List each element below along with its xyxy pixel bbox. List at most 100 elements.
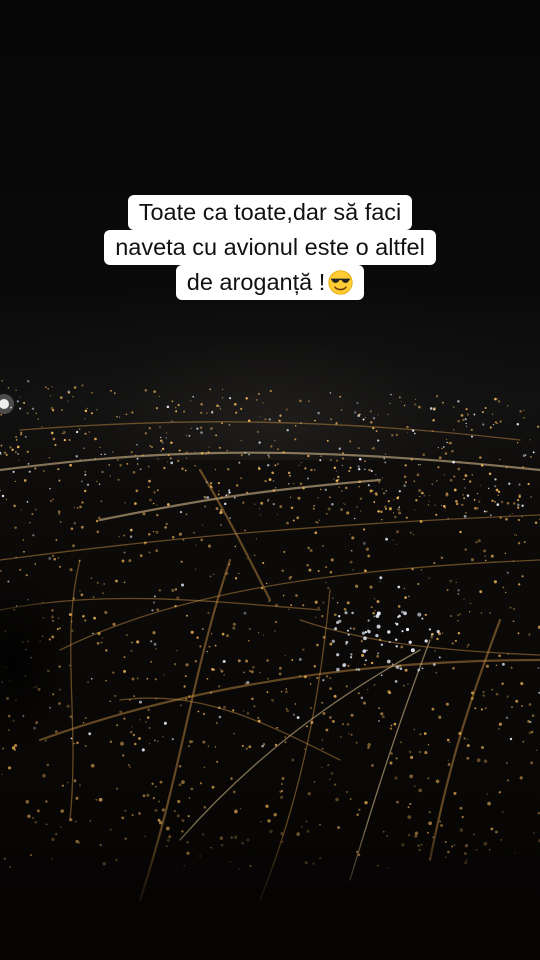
city-light: [134, 502, 137, 505]
city-light: [248, 745, 252, 749]
city-light: [352, 627, 356, 631]
city-light: [76, 507, 79, 509]
city-light: [535, 749, 538, 752]
city-light: [476, 492, 479, 495]
city-light: [451, 449, 454, 453]
city-light: [484, 559, 487, 562]
city-light: [209, 575, 212, 578]
city-light: [416, 473, 420, 477]
city-light: [337, 478, 340, 481]
city-light: [423, 732, 427, 735]
city-light: [145, 720, 148, 723]
city-light: [167, 454, 170, 456]
city-light: [458, 731, 462, 736]
city-light: [148, 479, 151, 483]
city-light: [459, 613, 462, 616]
city-light: [171, 738, 174, 741]
city-light: [315, 521, 317, 523]
city-light: [131, 677, 135, 681]
city-light: [289, 474, 291, 477]
city-light: [243, 671, 245, 674]
city-light: [505, 716, 509, 720]
city-light: [272, 480, 275, 482]
city-light: [464, 417, 467, 421]
city-light: [286, 709, 289, 713]
city-light: [403, 404, 406, 407]
city-light: [369, 489, 373, 493]
city-light: [358, 468, 361, 471]
city-light: [274, 743, 278, 747]
city-light: [239, 807, 242, 810]
city-light: [203, 805, 207, 809]
city-light: [123, 534, 126, 537]
city-light: [291, 659, 294, 661]
city-light: [28, 470, 31, 473]
city-light: [185, 434, 187, 437]
city-light: [183, 410, 186, 413]
city-light: [242, 710, 245, 712]
city-light: [304, 748, 306, 750]
city-light: [153, 642, 157, 646]
city-light: [367, 619, 370, 622]
city-light: [374, 609, 376, 612]
city-light: [283, 550, 286, 553]
city-light: [350, 656, 353, 659]
city-light: [208, 446, 210, 448]
city-light: [67, 781, 69, 784]
city-light: [219, 406, 221, 408]
city-light: [489, 426, 492, 429]
city-light: [435, 671, 438, 674]
city-light: [376, 600, 380, 604]
city-light: [53, 557, 57, 561]
city-light: [446, 738, 450, 742]
city-light: [517, 503, 520, 507]
city-light: [15, 436, 18, 438]
city-light: [388, 691, 392, 695]
city-light: [135, 489, 139, 493]
city-light: [477, 539, 481, 543]
city-light: [321, 766, 323, 769]
city-light: [505, 762, 508, 764]
city-light: [224, 502, 227, 506]
city-light: [29, 522, 31, 524]
city-light: [48, 556, 52, 560]
city-light: [73, 386, 77, 389]
city-light: [431, 429, 434, 433]
city-light: [308, 677, 311, 680]
city-light: [364, 659, 367, 662]
city-light: [176, 649, 178, 652]
city-light: [226, 634, 229, 638]
city-light: [257, 717, 259, 719]
city-light: [63, 438, 67, 442]
city-light: [35, 412, 38, 415]
city-light: [158, 800, 160, 803]
city-light: [172, 420, 174, 422]
city-light: [349, 440, 352, 443]
city-light: [234, 809, 238, 814]
city-light: [92, 596, 95, 598]
city-light: [388, 641, 391, 644]
city-light: [264, 479, 267, 483]
city-light: [296, 516, 300, 520]
city-light: [357, 692, 360, 695]
city-light: [96, 581, 99, 585]
city-light: [284, 654, 286, 657]
city-light: [3, 451, 7, 455]
city-light: [331, 639, 336, 644]
city-light: [421, 667, 424, 670]
city-light: [103, 583, 106, 585]
city-light: [185, 451, 188, 454]
city-light: [192, 531, 196, 535]
city-light: [358, 485, 360, 488]
city-light: [289, 575, 293, 579]
city-light: [157, 458, 159, 460]
city-light: [274, 620, 278, 624]
city-light: [155, 407, 159, 410]
city-light: [248, 669, 252, 673]
city-light: [285, 688, 288, 690]
city-light: [310, 720, 314, 725]
city-light: [83, 489, 87, 493]
city-light: [453, 488, 457, 492]
city-light: [424, 639, 428, 643]
city-light: [129, 730, 133, 734]
